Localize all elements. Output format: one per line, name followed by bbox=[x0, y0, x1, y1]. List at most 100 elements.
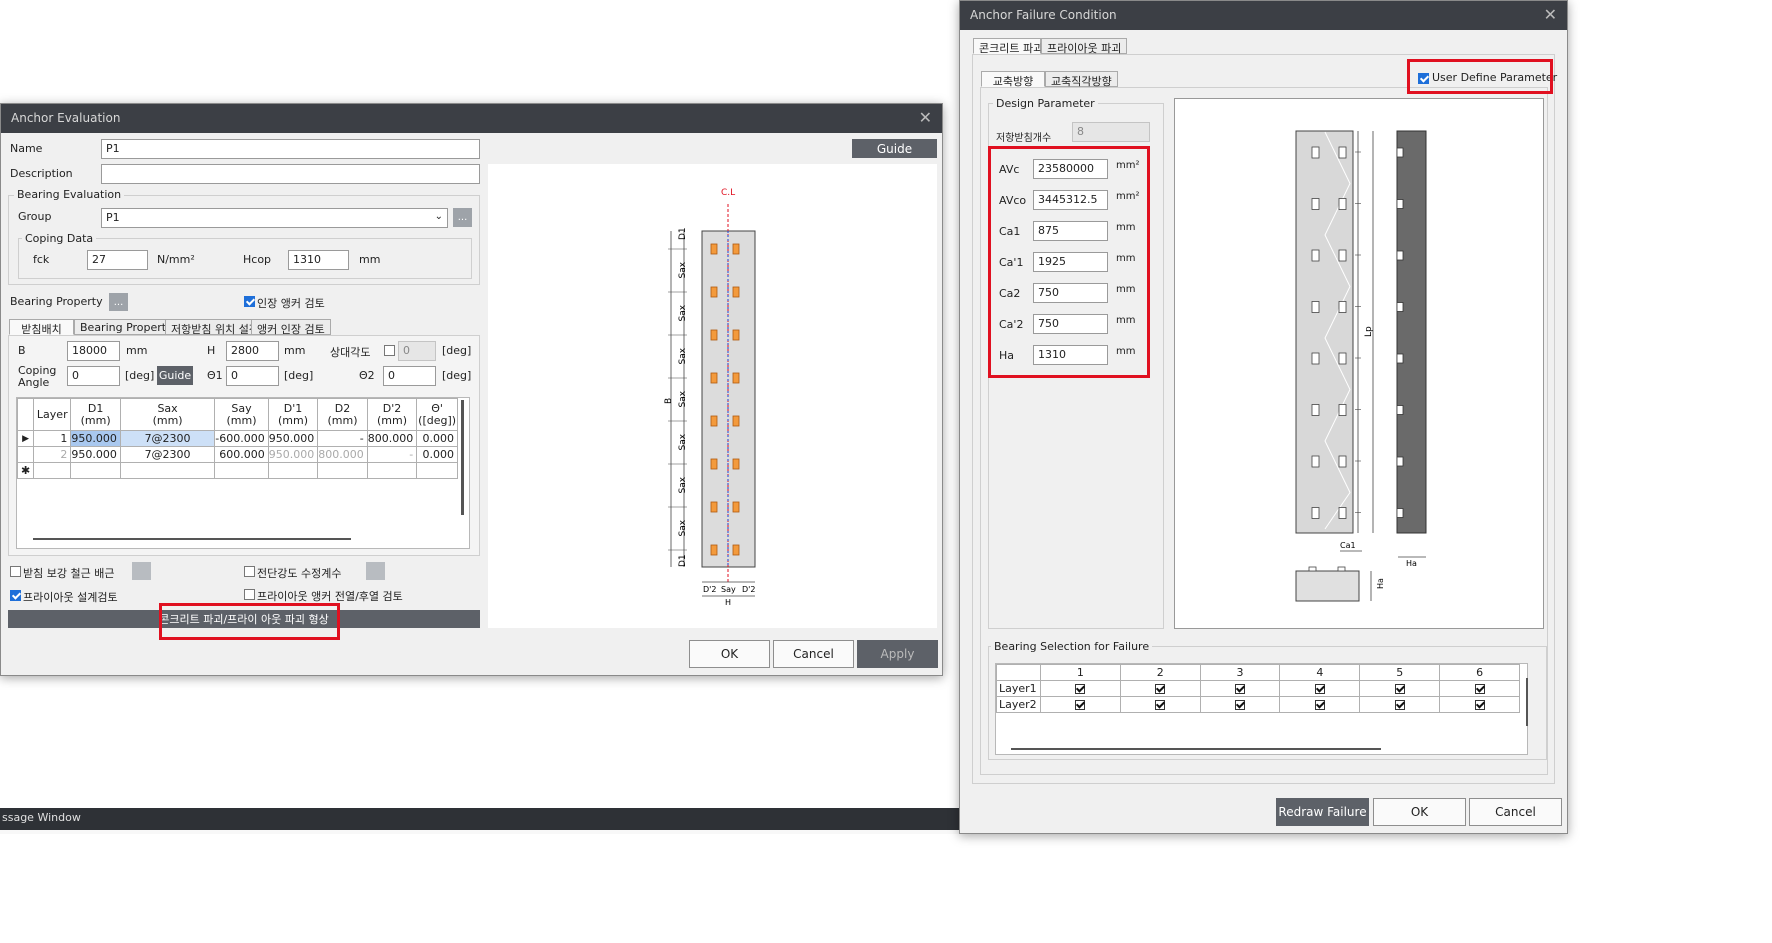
cell-theta[interactable]: 0.000 bbox=[416, 446, 458, 463]
cell-layer[interactable]: 2 bbox=[33, 446, 72, 463]
bearing-checkbox[interactable] bbox=[1439, 696, 1520, 713]
bearing-checkbox[interactable] bbox=[1279, 680, 1361, 697]
cell-sax[interactable]: 7@2300 bbox=[119, 446, 216, 463]
cell-d2[interactable]: - bbox=[317, 430, 368, 447]
ok-button[interactable]: OK bbox=[1373, 798, 1466, 826]
theta2-input[interactable]: 0 bbox=[383, 366, 436, 386]
table-row[interactable]: 2 950.000 7@2300 600.000 950.000 800.000… bbox=[16, 446, 458, 463]
checkmark-icon bbox=[1075, 684, 1086, 694]
name-input[interactable]: P1 bbox=[101, 139, 480, 159]
bearing-checkbox[interactable] bbox=[1359, 680, 1441, 697]
param-input[interactable]: 23580000 bbox=[1033, 159, 1108, 179]
description-input[interactable] bbox=[101, 164, 480, 184]
param-input[interactable]: 1925 bbox=[1033, 252, 1108, 272]
b-input[interactable]: 18000 bbox=[67, 341, 120, 361]
anchor-failure-titlebar[interactable]: Anchor Failure Condition ✕ bbox=[960, 1, 1567, 30]
bearing-checkbox[interactable] bbox=[1199, 680, 1281, 697]
cancel-button[interactable]: Cancel bbox=[1469, 798, 1562, 826]
param-input[interactable]: 875 bbox=[1033, 221, 1108, 241]
bearing-property-more-button[interactable]: ... bbox=[109, 293, 128, 311]
subtab-longitudinal[interactable]: 교축방향 bbox=[981, 71, 1045, 88]
fck-input[interactable]: 27 bbox=[87, 250, 148, 270]
hcop-input[interactable]: 1310 bbox=[288, 250, 349, 270]
tab-bearing-layout[interactable]: 받침배치 bbox=[9, 319, 74, 336]
col-header-d1: D1 (mm) bbox=[70, 398, 121, 431]
dialog-title: Anchor Evaluation bbox=[11, 111, 121, 125]
cell-d-2[interactable]: 800.000 bbox=[366, 430, 418, 447]
param-label: AVco bbox=[999, 194, 1027, 207]
relative-angle-checkbox[interactable] bbox=[384, 345, 395, 356]
table-vertical-scrollbar[interactable] bbox=[461, 400, 464, 515]
tab-pryout-failure[interactable]: 프라이아웃 파괴 bbox=[1041, 38, 1128, 55]
close-icon[interactable]: ✕ bbox=[919, 108, 932, 127]
selection-horizontal-scrollbar[interactable] bbox=[1011, 748, 1381, 750]
bearing-checkbox[interactable] bbox=[1359, 696, 1441, 713]
row-selector[interactable] bbox=[16, 446, 35, 463]
table-horizontal-scrollbar[interactable] bbox=[33, 538, 351, 540]
new-row-icon[interactable]: ✱ bbox=[16, 462, 35, 479]
redraw-failure-button[interactable]: Redraw Failure bbox=[1276, 798, 1369, 826]
cell-say[interactable]: -600.000 bbox=[214, 430, 269, 447]
guide-button[interactable]: Guide bbox=[852, 139, 937, 158]
cell-d-2[interactable]: - bbox=[366, 446, 418, 463]
anchor-mark bbox=[1338, 146, 1347, 159]
h-input[interactable]: 2800 bbox=[226, 341, 279, 361]
pryout-anchor-checkbox[interactable] bbox=[244, 589, 255, 600]
tab-anchor-tension[interactable]: 앵커 인장 검토 bbox=[251, 319, 331, 336]
tab-resist-position[interactable]: 저항받침 위치 설정 bbox=[165, 319, 265, 336]
d-2-right-label: D'2 bbox=[742, 585, 755, 594]
guide-small-button[interactable]: Guide bbox=[157, 366, 193, 385]
bearing-checkbox[interactable] bbox=[1119, 696, 1201, 713]
bearing-checkbox[interactable] bbox=[1039, 696, 1121, 713]
theta1-input[interactable]: 0 bbox=[226, 366, 279, 386]
anchor-mark bbox=[1311, 146, 1320, 159]
bearing-checkbox[interactable] bbox=[1439, 680, 1520, 697]
bearing-checkbox[interactable] bbox=[1199, 696, 1281, 713]
table-row[interactable]: ▶ 1 950.000 7@2300 -600.000 950.000 - 80… bbox=[16, 430, 458, 447]
anchor-evaluation-titlebar[interactable]: Anchor Evaluation ✕ bbox=[1, 104, 942, 133]
coping-angle-input[interactable]: 0 bbox=[67, 366, 120, 386]
param-input[interactable]: 750 bbox=[1033, 314, 1108, 334]
table-row-new[interactable]: ✱ bbox=[16, 462, 458, 479]
cell-d1[interactable]: 950.000 bbox=[70, 430, 121, 447]
selection-vertical-scrollbar[interactable] bbox=[1526, 678, 1528, 726]
hcop-label: Hcop bbox=[243, 253, 272, 266]
param-input[interactable]: 750 bbox=[1033, 283, 1108, 303]
rebar-checkbox[interactable] bbox=[10, 566, 21, 577]
cell-d2[interactable]: 800.000 bbox=[317, 446, 368, 463]
name-label: Name bbox=[10, 142, 43, 155]
cell-d-1[interactable]: 950.000 bbox=[267, 430, 319, 447]
ok-button[interactable]: OK bbox=[689, 640, 770, 668]
col-header-6: 6 bbox=[1439, 664, 1520, 681]
bearing-checkbox[interactable] bbox=[1039, 680, 1121, 697]
pryout-checkbox[interactable] bbox=[10, 590, 21, 601]
group-select[interactable]: P1 ⌄ bbox=[101, 208, 448, 228]
bearing-checkbox[interactable] bbox=[1119, 680, 1201, 697]
cell-theta[interactable]: 0.000 bbox=[416, 430, 458, 447]
cell-d1[interactable]: 950.000 bbox=[70, 446, 121, 463]
close-icon[interactable]: ✕ bbox=[1544, 5, 1557, 24]
message-window-bar[interactable]: ssage Window bbox=[0, 808, 960, 830]
tab-bearing-property[interactable]: Bearing Property bbox=[74, 319, 179, 335]
rebar-more-button[interactable] bbox=[132, 562, 151, 580]
bearing-selection-table: 1 2 3 4 5 6 Layer1 Layer2 bbox=[996, 664, 1520, 713]
param-label: Ca1 bbox=[999, 225, 1021, 238]
sax-dim-label: Sax bbox=[678, 261, 688, 278]
tension-anchor-checkbox[interactable] bbox=[244, 296, 255, 307]
cell-d-1[interactable]: 950.000 bbox=[267, 446, 319, 463]
param-input[interactable]: 3445312.5 bbox=[1033, 190, 1108, 210]
row-selector-icon[interactable]: ▶ bbox=[16, 430, 35, 447]
shear-checkbox[interactable] bbox=[244, 566, 255, 577]
cell-layer[interactable]: 1 bbox=[33, 430, 72, 447]
bearing-checkbox[interactable] bbox=[1279, 696, 1361, 713]
row-header-corner bbox=[16, 398, 35, 431]
param-input[interactable]: 1310 bbox=[1033, 345, 1108, 365]
subtab-transverse[interactable]: 교축직각방향 bbox=[1045, 71, 1118, 88]
cell-sax[interactable]: 7@2300 bbox=[119, 430, 216, 447]
group-more-button[interactable]: ... bbox=[453, 208, 472, 227]
apply-button[interactable]: Apply bbox=[857, 640, 938, 668]
cancel-button[interactable]: Cancel bbox=[773, 640, 854, 668]
tab-concrete-failure[interactable]: 콘크리트 파괴 bbox=[973, 38, 1043, 55]
cell-say[interactable]: 600.000 bbox=[214, 446, 269, 463]
shear-more-button[interactable] bbox=[366, 562, 385, 580]
